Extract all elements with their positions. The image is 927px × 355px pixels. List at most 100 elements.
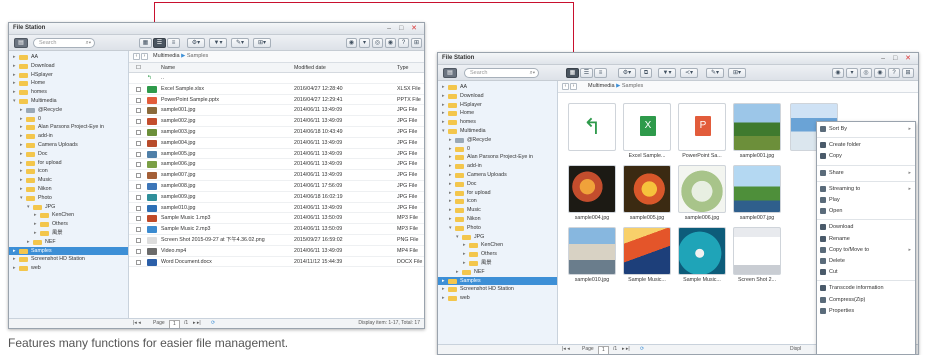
thumbnail-view-button[interactable]: ▦ (566, 68, 579, 78)
tree-item[interactable]: ▸ @Recycle (438, 136, 557, 145)
forward-nav-button[interactable]: › (570, 83, 577, 90)
tree-item[interactable]: ▸ KenChen (9, 211, 128, 220)
file-thumbnail[interactable] (568, 165, 616, 213)
tree-item[interactable]: ▸ Doc (438, 180, 557, 189)
table-row[interactable]: sample006.jpg 2014/06/11 13:49:09 JPG File (129, 159, 424, 171)
expand-arrow-icon[interactable]: ▸ (13, 88, 16, 97)
row-checkbox[interactable] (136, 194, 141, 200)
expand-arrow-icon[interactable]: ▸ (20, 132, 23, 141)
copy-button[interactable]: ⧉ (640, 68, 652, 78)
sidebar-toggle-button[interactable]: ▤ (14, 38, 28, 48)
tree-item[interactable]: ▸ Download (438, 92, 557, 101)
window-controls[interactable]: – □ ✕ (881, 54, 914, 62)
file-thumbnail[interactable] (623, 227, 671, 275)
collapse-arrow-icon[interactable]: ▾ (442, 127, 445, 136)
tree-item[interactable]: ▸ Samples (9, 246, 128, 256)
expand-arrow-icon[interactable]: ▸ (20, 150, 23, 159)
expand-arrow-icon[interactable]: ▸ (456, 268, 459, 277)
next-page-icon[interactable]: ▸ ▸| (193, 319, 201, 328)
share-button[interactable]: ≺▾ (680, 68, 698, 78)
expand-arrow-icon[interactable]: ▸ (34, 229, 37, 238)
file-name[interactable]: sample003.jpg (161, 127, 195, 137)
file-name[interactable]: sample010.jpg (161, 203, 195, 213)
file-name[interactable]: sample004.jpg (161, 138, 195, 148)
table-row[interactable]: sample010.jpg 2014/06/11 13:49:09 JPG File (129, 203, 424, 214)
expand-arrow-icon[interactable]: ▸ (20, 115, 23, 124)
row-checkbox[interactable] (136, 86, 141, 92)
tree-item[interactable]: ▸ AA (438, 83, 557, 92)
list-view-button[interactable]: ☰ (153, 38, 166, 48)
file-thumbnail[interactable] (733, 227, 781, 275)
column-modified[interactable]: Modified date (294, 63, 326, 73)
tree-item[interactable]: ▸ Others (9, 220, 128, 229)
tree-item[interactable]: ▸ for upload (438, 189, 557, 198)
row-checkbox[interactable] (136, 216, 141, 222)
row-checkbox[interactable] (136, 238, 141, 243)
tree-item[interactable]: ▸ 風景 (9, 229, 128, 238)
collapse-arrow-icon[interactable]: ▾ (20, 194, 23, 203)
context-menu-item[interactable]: Sort By ▸ (817, 124, 915, 134)
breadcrumb-item[interactable]: Samples (187, 53, 208, 59)
tree-item[interactable]: ▸ NEF (9, 238, 128, 247)
tree-item[interactable]: ▸ @Recycle (9, 106, 128, 115)
file-name[interactable]: sample008.jpg (161, 181, 195, 191)
parent-folder-tile[interactable]: ↰ (568, 103, 616, 151)
detail-view-button[interactable]: ≡ (167, 38, 180, 48)
file-name[interactable]: sample009.jpg (161, 192, 195, 202)
row-checkbox[interactable] (136, 259, 141, 265)
tree-item[interactable]: ▸ Others (438, 250, 557, 259)
file-name[interactable]: .. (161, 73, 164, 83)
expand-arrow-icon[interactable]: ▸ (442, 118, 445, 127)
file-name[interactable]: Excel Sample.xlsx (161, 84, 204, 94)
tree-item[interactable]: ▾ Multimedia (438, 127, 557, 136)
file-name[interactable]: sample005.jpg (161, 149, 195, 159)
next-page-icon[interactable]: ▸ ▸| (622, 345, 630, 354)
expand-arrow-icon[interactable]: ▸ (449, 162, 452, 171)
help-icon[interactable]: ? (398, 38, 409, 48)
back-nav-button[interactable]: ‹ (562, 83, 569, 90)
column-name[interactable]: Name (161, 63, 175, 73)
tree-item[interactable]: ▸ Screenshot HD Station (9, 255, 128, 264)
tree-item[interactable]: ▸ icon (9, 167, 128, 176)
expand-arrow-icon[interactable]: ▸ (20, 185, 23, 194)
expand-arrow-icon[interactable]: ▸ (449, 180, 452, 189)
expand-arrow-icon[interactable]: ▸ (20, 167, 23, 176)
forward-nav-button[interactable]: › (141, 53, 148, 60)
file-thumbnail[interactable] (623, 165, 671, 213)
tree-item[interactable]: ▸ Screenshot HD Station (438, 285, 557, 294)
row-checkbox[interactable] (136, 130, 141, 135)
table-row[interactable]: sample001.jpg 2014/06/11 13:49:09 JPG File (129, 105, 424, 117)
expand-arrow-icon[interactable]: ▸ (449, 145, 452, 154)
context-menu-item[interactable]: Play (817, 195, 915, 205)
table-row[interactable]: sample002.jpg 2014/06/11 13:49:09 JPG File (129, 116, 424, 127)
page-input[interactable]: 1 (169, 320, 180, 328)
file-thumbnail[interactable] (568, 227, 616, 275)
expand-arrow-icon[interactable]: ▸ (449, 197, 452, 206)
expand-arrow-icon[interactable]: ▸ (20, 141, 23, 150)
tree-item[interactable]: ▸ Alan Parsons Project-Eye in (438, 153, 557, 162)
table-row[interactable]: sample005.jpg 2014/06/11 13:49:09 JPG File (129, 149, 424, 160)
collapse-arrow-icon[interactable]: ▾ (456, 233, 459, 242)
detail-view-button[interactable]: ≡ (594, 68, 607, 78)
expand-arrow-icon[interactable]: ▸ (442, 109, 445, 118)
sidebar-toggle-button[interactable]: ▤ (443, 68, 457, 78)
context-menu-item[interactable]: Transcode information (817, 283, 915, 293)
tree-item[interactable]: ▸ for upload (9, 159, 128, 168)
breadcrumb[interactable]: Multimedia ▶ Samples (588, 83, 643, 89)
file-name[interactable]: PowerPoint Sample.pptx (161, 95, 219, 105)
help-icon[interactable]: ? (888, 68, 900, 78)
tree-item[interactable]: ▸ Download (9, 62, 128, 71)
first-page-icon[interactable]: |◂ ◂ (562, 345, 570, 354)
tools-button[interactable]: ✎▾ (231, 38, 249, 48)
tree-item[interactable]: ▸ 0 (438, 145, 557, 154)
expand-arrow-icon[interactable]: ▸ (442, 277, 445, 286)
tree-item[interactable]: ▸ KenChen (438, 241, 557, 250)
toolbar-icon-6[interactable]: ⊞ (902, 68, 914, 78)
context-menu-item[interactable]: Compress(Zip) (817, 295, 915, 305)
expand-arrow-icon[interactable]: ▸ (449, 136, 452, 145)
file-name[interactable]: Word Document.docx (161, 257, 212, 267)
tree-item[interactable]: ▸ Home (438, 109, 557, 118)
tree-item[interactable]: ▸ Nikon (438, 215, 557, 224)
search-input[interactable]: Search ⌕▾ (464, 68, 539, 78)
context-menu-item[interactable]: Download (817, 222, 915, 232)
